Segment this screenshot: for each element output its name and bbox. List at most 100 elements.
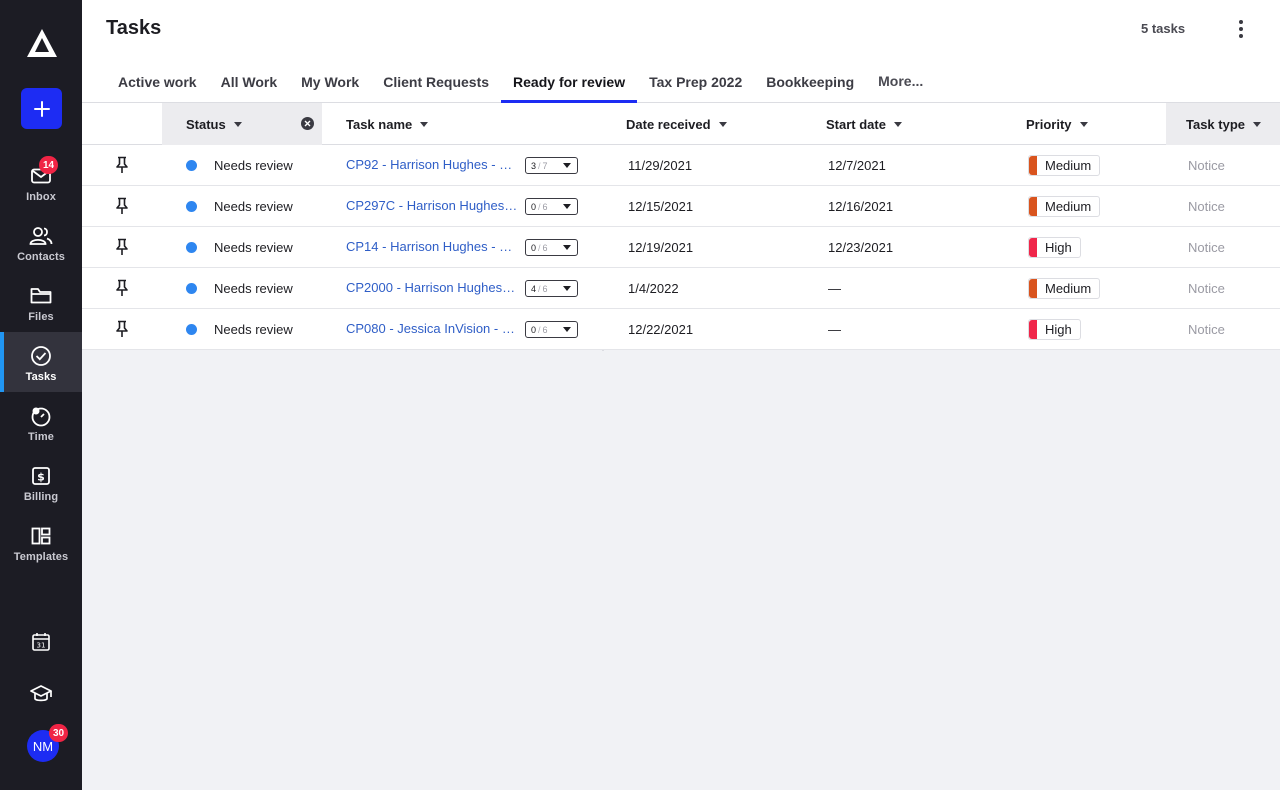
priority-badge[interactable]: Medium (1028, 277, 1101, 299)
sidebar-item-label: Tasks (25, 371, 57, 383)
subtask-dropdown[interactable]: 4/6 (525, 280, 578, 297)
column-header-label: Date received (626, 116, 711, 132)
table-row[interactable]: Needs review CP92 - Harrison Hughes - No… (82, 145, 1280, 186)
inbox-badge: 14 (39, 156, 59, 174)
graduation-cap-icon[interactable] (29, 682, 53, 706)
tab-tax-prep-2022[interactable]: Tax Prep 2022 (637, 64, 754, 103)
table-header: Status Task name Date received Start dat… (82, 103, 1280, 145)
column-header-start-date[interactable]: Start date (802, 103, 1002, 145)
sort-caret-icon (718, 121, 727, 127)
tab-bar: Active work All Work My Work Client Requ… (106, 64, 935, 103)
task-name-link[interactable]: CP92 - Harrison Hughes - Notice (346, 145, 518, 185)
status-dot (186, 268, 198, 308)
tab-more[interactable]: More... (866, 64, 935, 103)
app-logo-icon[interactable] (25, 26, 59, 60)
subtask-dropdown[interactable]: 3/7 (525, 157, 578, 174)
timer-icon (29, 404, 53, 428)
table-row[interactable]: Needs review CP2000 - Harrison Hughes - … (82, 268, 1280, 309)
sort-caret-icon (233, 121, 242, 127)
pin-icon[interactable] (114, 227, 130, 267)
table-row[interactable]: Needs review CP297C - Harrison Hughes - … (82, 186, 1280, 227)
column-header-task-name[interactable]: Task name (322, 103, 602, 145)
pin-icon[interactable] (114, 186, 130, 226)
column-header-label: Start date (826, 116, 886, 132)
column-header-status[interactable]: Status (162, 103, 322, 145)
task-name-link[interactable]: CP2000 - Harrison Hughes - Notice (346, 268, 518, 308)
task-name-link[interactable]: CP080 - Jessica InVision - Notice (346, 309, 518, 349)
status-text[interactable]: Needs review (214, 145, 293, 185)
subtask-dropdown[interactable]: 0/6 (525, 198, 578, 215)
sidebar-item-tasks[interactable]: Tasks (0, 332, 82, 392)
sidebar-item-files[interactable]: Files (0, 272, 82, 332)
task-table: Status Task name Date received Start dat… (82, 103, 1280, 351)
task-name-link[interactable]: CP297C - Harrison Hughes - Notice (346, 186, 518, 226)
task-type: Notice (1188, 198, 1225, 214)
column-header-date-received[interactable]: Date received (602, 103, 802, 145)
pin-icon[interactable] (114, 309, 130, 349)
more-options-icon[interactable] (1233, 18, 1249, 40)
priority-cell[interactable]: Medium (1028, 268, 1101, 308)
tab-ready-for-review[interactable]: Ready for review (501, 64, 638, 103)
subtask-done-count: 4 (531, 283, 537, 294)
pin-icon[interactable] (114, 145, 130, 185)
subtask-done-count: 0 (531, 324, 537, 335)
pin-icon[interactable] (114, 268, 130, 308)
priority-label: Medium (1045, 157, 1092, 173)
status-text[interactable]: Needs review (214, 227, 293, 267)
sidebar-item-label: Inbox (26, 191, 56, 203)
task-count: 5 tasks (1141, 21, 1186, 36)
priority-badge[interactable]: High (1028, 318, 1081, 340)
tab-active-work[interactable]: Active work (106, 64, 209, 103)
task-name-link[interactable]: CP14 - Harrison Hughes - Notice (346, 227, 518, 267)
folder-icon (29, 284, 53, 308)
tab-client-requests[interactable]: Client Requests (371, 64, 501, 103)
priority-cell[interactable]: High (1028, 227, 1081, 267)
avatar-initials: NM (32, 738, 54, 754)
column-header-label: Priority (1026, 116, 1072, 132)
tab-all-work[interactable]: All Work (209, 64, 290, 103)
start-date: 12/16/2021 (828, 198, 894, 214)
subtask-dropdown[interactable]: 0/6 (525, 321, 578, 338)
tab-my-work[interactable]: My Work (289, 64, 371, 103)
clear-filter-icon[interactable] (301, 117, 314, 130)
status-dot (186, 145, 198, 185)
page-header: Tasks 5 tasks Active work All Work My Wo… (82, 0, 1280, 103)
sort-caret-icon (893, 121, 902, 127)
date-received: 1/4/2022 (628, 280, 679, 296)
sidebar-item-billing[interactable]: $ Billing (0, 452, 82, 512)
add-button[interactable] (21, 88, 62, 129)
task-type: Notice (1188, 239, 1225, 255)
sort-caret-icon (420, 121, 429, 127)
priority-badge[interactable]: Medium (1028, 154, 1101, 176)
sidebar-item-templates[interactable]: Templates (0, 512, 82, 572)
table-row[interactable]: Needs review CP14 - Harrison Hughes - No… (82, 227, 1280, 268)
subtask-done-count: 0 (531, 242, 537, 253)
svg-text:31: 31 (37, 642, 46, 650)
dollar-icon: $ (29, 464, 53, 488)
sidebar-item-time[interactable]: Time (0, 392, 82, 452)
priority-badge[interactable]: Medium (1028, 195, 1101, 217)
date-received: 11/29/2021 (628, 157, 693, 173)
column-header-task-type[interactable]: Task type (1166, 103, 1280, 145)
column-header-priority[interactable]: Priority (1002, 103, 1166, 145)
calendar-icon[interactable]: 31 (29, 630, 53, 654)
tab-bookkeeping[interactable]: Bookkeeping (754, 64, 866, 103)
status-text[interactable]: Needs review (214, 268, 293, 308)
templates-icon (29, 524, 53, 548)
sidebar-item-contacts[interactable]: Contacts (0, 212, 82, 272)
priority-badge[interactable]: High (1028, 236, 1081, 258)
priority-cell[interactable]: High (1028, 309, 1081, 349)
table-row[interactable]: Needs review CP080 - Jessica InVision - … (82, 309, 1280, 350)
chevron-down-icon (563, 163, 571, 168)
priority-label: Medium (1045, 280, 1092, 296)
priority-cell[interactable]: Medium (1028, 186, 1101, 226)
inbox-icon: 14 (29, 156, 59, 188)
sidebar-item-inbox[interactable]: 14 Inbox (0, 152, 82, 212)
status-text[interactable]: Needs review (214, 186, 293, 226)
avatar[interactable]: NM 30 (27, 724, 69, 762)
priority-cell[interactable]: Medium (1028, 145, 1101, 185)
subtask-dropdown[interactable]: 0/6 (525, 239, 578, 256)
start-date: 12/23/2021 (828, 239, 894, 255)
page-title: Tasks (106, 17, 162, 39)
status-text[interactable]: Needs review (214, 309, 293, 349)
